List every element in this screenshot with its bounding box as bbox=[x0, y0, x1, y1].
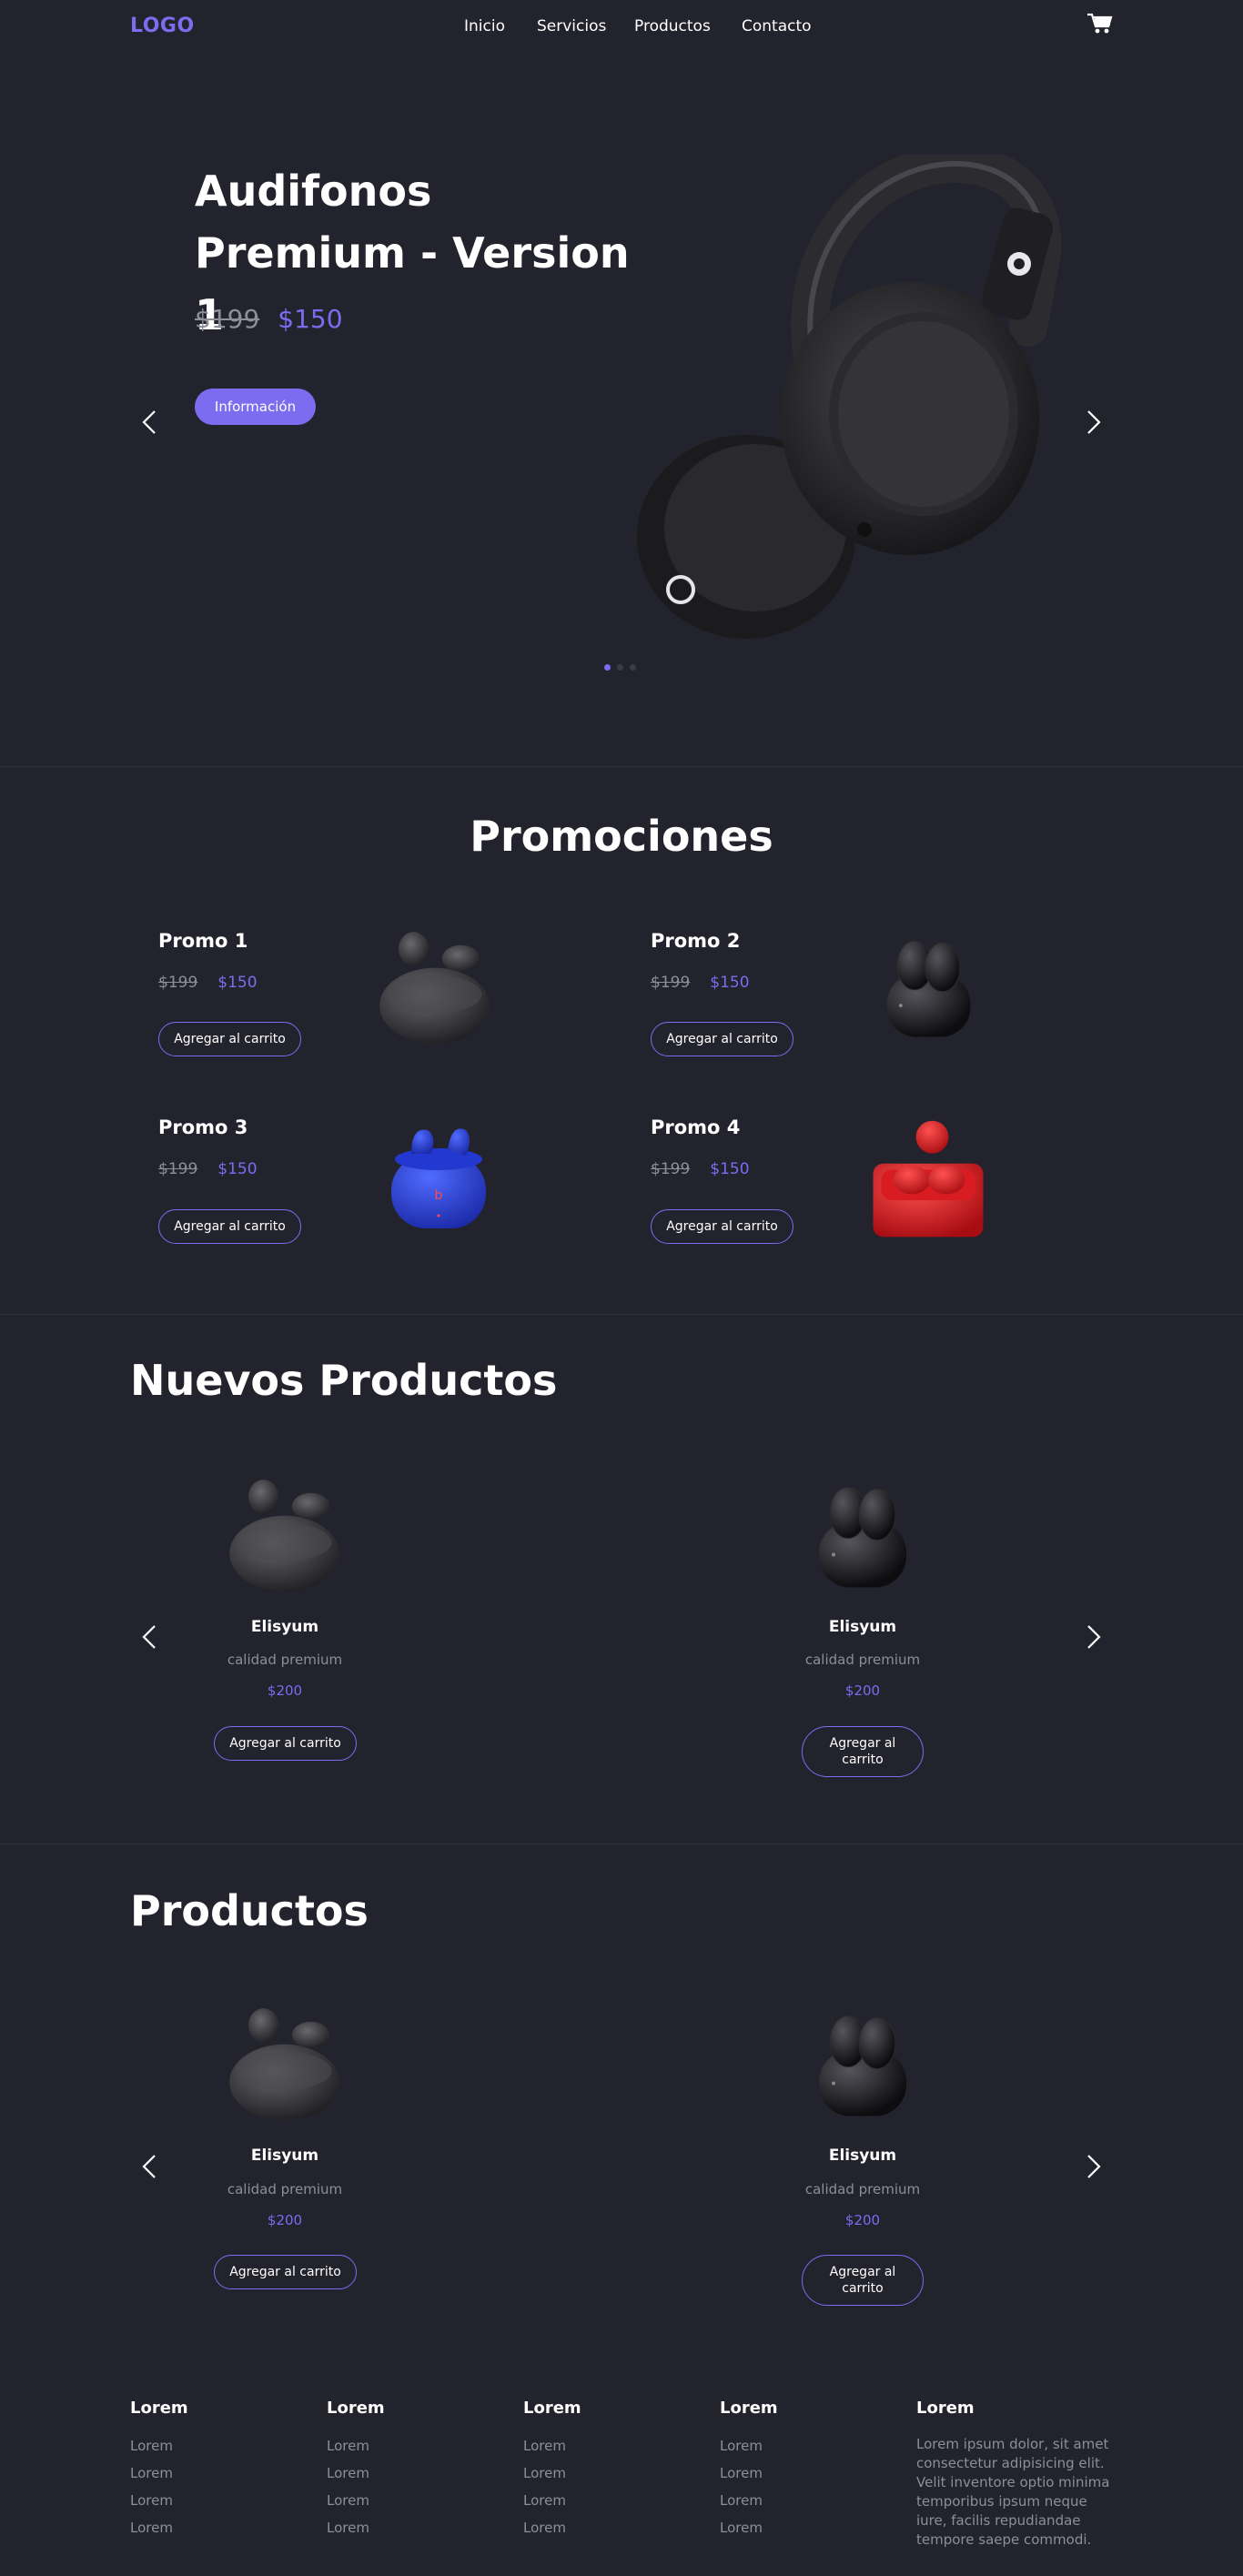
footer-link[interactable]: Lorem bbox=[130, 2492, 173, 2509]
footer-column-title: Lorem bbox=[130, 2399, 188, 2418]
product-subtitle: calidad premium bbox=[227, 2181, 343, 2197]
pagination-dot[interactable] bbox=[604, 664, 611, 671]
gray-earbuds-image bbox=[229, 2008, 339, 2120]
promo-prices: $199 $150 bbox=[651, 1160, 750, 1178]
add-to-cart-button[interactable]: Agregar al carrito bbox=[802, 2255, 924, 2306]
product-subtitle: calidad premium bbox=[227, 1652, 343, 1668]
product-price: $200 bbox=[267, 2212, 303, 2228]
footer-link[interactable]: Lorem bbox=[523, 2438, 566, 2454]
footer-about-title: Lorem bbox=[916, 2399, 975, 2418]
price-old: $199 bbox=[651, 974, 691, 992]
footer-link[interactable]: Lorem bbox=[720, 2520, 763, 2536]
black-earbuds-image bbox=[818, 2015, 907, 2116]
promos-title: Promociones bbox=[470, 812, 773, 861]
add-to-cart-button[interactable]: Agregar al carrito bbox=[651, 1022, 793, 1056]
section-divider bbox=[0, 1314, 1243, 1315]
black-earbuds-image bbox=[886, 940, 971, 1038]
add-to-cart-button[interactable]: Agregar al carrito bbox=[214, 1726, 357, 1761]
products-next-arrow-icon[interactable] bbox=[1079, 2153, 1107, 2180]
footer-link[interactable]: Lorem bbox=[130, 2465, 173, 2481]
add-to-cart-button[interactable]: Agregar al carrito bbox=[158, 1022, 301, 1056]
price-new: $150 bbox=[217, 1160, 258, 1178]
red-earbuds-image bbox=[873, 1120, 984, 1237]
nav-link-contacto[interactable]: Contacto bbox=[742, 17, 812, 35]
footer-link[interactable]: Lorem bbox=[523, 2520, 566, 2536]
hero-next-arrow-icon[interactable] bbox=[1079, 409, 1107, 436]
footer-link[interactable]: Lorem bbox=[720, 2492, 763, 2509]
promo-prices: $199 $150 bbox=[158, 974, 258, 992]
promo-prices: $199 $150 bbox=[158, 1160, 258, 1178]
product-name: Elisyum bbox=[828, 2147, 897, 2165]
gray-earbuds-image bbox=[229, 1480, 339, 1591]
black-earbuds-image bbox=[818, 1487, 907, 1588]
promo-title: Promo 4 bbox=[651, 1116, 741, 1138]
promo-prices: $199 $150 bbox=[651, 974, 750, 992]
add-to-cart-button[interactable]: Agregar al carrito bbox=[158, 1209, 301, 1244]
pagination-dot[interactable] bbox=[617, 664, 623, 671]
footer-column-title: Lorem bbox=[523, 2399, 581, 2418]
footer-link[interactable]: Lorem bbox=[327, 2465, 369, 2481]
footer-link[interactable]: Lorem bbox=[327, 2520, 369, 2536]
footer-link[interactable]: Lorem bbox=[130, 2520, 173, 2536]
footer-link[interactable]: Lorem bbox=[327, 2492, 369, 2509]
product-subtitle: calidad premium bbox=[804, 1652, 921, 1668]
promo-title: Promo 1 bbox=[158, 930, 248, 952]
product-subtitle: calidad premium bbox=[804, 2181, 921, 2197]
footer-column-title: Lorem bbox=[720, 2399, 778, 2418]
headphones-image bbox=[637, 155, 1062, 639]
footer-about-text: Lorem ipsum dolor, sit amet consectetur … bbox=[916, 2436, 1110, 2548]
price-old: $199 bbox=[651, 1160, 691, 1178]
footer-link[interactable]: Lorem bbox=[130, 2438, 173, 2454]
hero-prev-arrow-icon[interactable] bbox=[136, 409, 164, 436]
hero-price-old: $199 bbox=[195, 304, 260, 334]
promo-title: Promo 2 bbox=[651, 930, 741, 952]
pagination-dot[interactable] bbox=[630, 664, 636, 671]
footer-link[interactable]: Lorem bbox=[523, 2492, 566, 2509]
price-new: $150 bbox=[217, 974, 258, 992]
products-title: Productos bbox=[130, 1886, 369, 1935]
info-button[interactable]: Información bbox=[195, 389, 316, 425]
nav-link-inicio[interactable]: Inicio bbox=[464, 17, 505, 35]
cart-icon[interactable] bbox=[1087, 13, 1113, 35]
price-old: $199 bbox=[158, 974, 198, 992]
nav-link-productos[interactable]: Productos bbox=[634, 17, 711, 35]
product-price: $200 bbox=[844, 1682, 881, 1699]
footer-link[interactable]: Lorem bbox=[327, 2438, 369, 2454]
hero-price-new: $150 bbox=[278, 304, 343, 334]
product-name: Elisyum bbox=[250, 2147, 319, 2165]
price-new: $150 bbox=[710, 1160, 750, 1178]
section-divider bbox=[0, 766, 1243, 767]
price-old: $199 bbox=[158, 1160, 198, 1178]
add-to-cart-button[interactable]: Agregar al carrito bbox=[802, 1726, 924, 1777]
footer-link[interactable]: Lorem bbox=[720, 2465, 763, 2481]
logo[interactable]: LOGO bbox=[130, 15, 195, 37]
footer-link[interactable]: Lorem bbox=[523, 2465, 566, 2481]
add-to-cart-button[interactable]: Agregar al carrito bbox=[214, 2255, 357, 2289]
new-products-title: Nuevos Productos bbox=[130, 1356, 558, 1405]
gray-earbuds-image bbox=[379, 932, 490, 1044]
nav-link-servicios[interactable]: Servicios bbox=[537, 17, 606, 35]
add-to-cart-button[interactable]: Agregar al carrito bbox=[651, 1209, 793, 1244]
promo-title: Promo 3 bbox=[158, 1116, 248, 1138]
hero-prices: $199 $150 bbox=[195, 304, 343, 334]
price-new: $150 bbox=[710, 974, 750, 992]
product-price: $200 bbox=[844, 2212, 881, 2228]
footer-link[interactable]: Lorem bbox=[720, 2438, 763, 2454]
blue-earbuds-image bbox=[391, 1128, 486, 1228]
footer-column-title: Lorem bbox=[327, 2399, 385, 2418]
product-name: Elisyum bbox=[250, 1618, 319, 1636]
new-products-next-arrow-icon[interactable] bbox=[1079, 1623, 1107, 1651]
product-name: Elisyum bbox=[828, 1618, 897, 1636]
product-price: $200 bbox=[267, 1682, 303, 1699]
hero-pagination bbox=[604, 664, 636, 671]
